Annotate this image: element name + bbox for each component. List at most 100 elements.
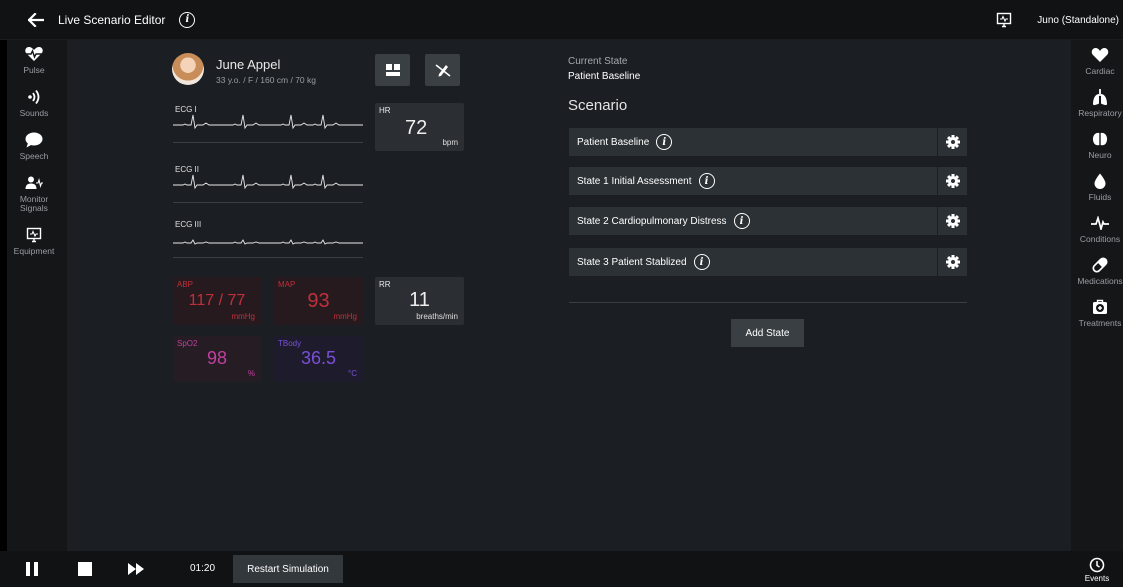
restart-simulation-button[interactable]: Restart Simulation (233, 555, 343, 583)
stop-button[interactable] (73, 551, 97, 587)
state-label: State 2 Cardiopulmonary Distress (577, 215, 727, 227)
info-icon[interactable]: i (733, 213, 750, 229)
pill-icon (1092, 257, 1108, 273)
rr-value: 11 (409, 289, 430, 311)
spo2-unit: % (247, 369, 255, 378)
sidebar-item-medications[interactable]: Medications (1071, 255, 1123, 286)
sidebar-item-sounds[interactable]: Sounds (7, 87, 61, 118)
simulation-timer: 01:20 (190, 563, 216, 574)
rr-label: RR (379, 280, 391, 289)
abp-unit: mmHg (231, 312, 255, 321)
state-settings-button[interactable] (938, 207, 967, 235)
spo2-box: SpO2 98 % (173, 336, 261, 382)
lungs-icon (1093, 89, 1107, 106)
info-icon[interactable]: i (693, 254, 710, 270)
info-icon[interactable]: i (698, 173, 715, 189)
hr-unit: bpm (442, 138, 458, 147)
back-button[interactable] (16, 0, 56, 40)
current-state-value: Patient Baseline (568, 71, 641, 82)
ecg-waveform (173, 174, 363, 190)
sidebar-label: Medications (1077, 276, 1123, 286)
sidebar-item-speech[interactable]: Speech (7, 130, 61, 161)
state-row: State 2 Cardiopulmonary Distress i (569, 207, 967, 235)
state-settings-button[interactable] (938, 128, 967, 156)
drop-icon (1094, 173, 1106, 189)
rr-box: RR 11 breaths/min (375, 277, 464, 325)
divider (569, 302, 967, 303)
sidebar-item-monitor-signals[interactable]: Monitor Signals (7, 173, 61, 213)
monitor-icon (997, 12, 1012, 28)
pause-button[interactable] (20, 551, 44, 587)
ecg-row: ECG III (173, 218, 363, 258)
pause-icon (26, 562, 38, 576)
device-name[interactable]: Juno (Standalone) (1037, 15, 1119, 26)
add-state-button[interactable]: Add State (731, 319, 804, 347)
sidebar-item-equipment[interactable]: Equipment (7, 225, 61, 256)
sidebar-label: Fluids (1088, 192, 1112, 202)
current-state-label: Current State (568, 56, 628, 67)
info-icon[interactable]: i (179, 11, 196, 28)
sidebar-label: Pulse (23, 65, 45, 75)
map-unit: mmHg (333, 312, 357, 321)
heart-icon (1091, 48, 1109, 62)
bottom-bar: 01:20 Restart Simulation Events (0, 551, 1123, 587)
sidebar-item-neuro[interactable]: Neuro (1071, 129, 1123, 160)
state-item[interactable]: State 3 Patient Stablized i (569, 248, 937, 276)
state-label: State 1 Initial Assessment (577, 175, 692, 187)
state-item[interactable]: State 2 Cardiopulmonary Distress i (569, 207, 937, 235)
sidebar-item-fluids[interactable]: Fluids (1071, 171, 1123, 202)
patient-info: 33 y.o. / F / 160 cm / 70 kg (216, 75, 316, 85)
speech-bubble-icon (25, 132, 43, 148)
layout-button[interactable] (375, 54, 410, 86)
ecg-waveform (173, 114, 363, 130)
sound-waves-icon (28, 89, 40, 105)
monitor-button[interactable] (989, 5, 1019, 35)
hr-label: HR (379, 106, 391, 115)
sidebar-item-cardiac[interactable]: Cardiac (1071, 45, 1123, 76)
gear-icon (945, 174, 960, 188)
state-settings-button[interactable] (938, 167, 967, 195)
avatar (172, 53, 204, 85)
map-label: MAP (278, 280, 296, 289)
tbody-value: 36.5 (300, 348, 337, 368)
fast-forward-icon (128, 563, 144, 575)
events-button[interactable]: Events (1071, 553, 1123, 587)
state-item[interactable]: State 1 Initial Assessment i (569, 167, 937, 195)
state-settings-button[interactable] (938, 248, 967, 276)
sidebar-label: Conditions (1079, 234, 1121, 244)
sidebar-item-respiratory[interactable]: Respiratory (1071, 87, 1123, 118)
brain-icon (1092, 132, 1108, 146)
sidebar-label: Monitor Signals (19, 194, 49, 213)
state-item[interactable]: Patient Baseline i (569, 128, 937, 156)
spo2-label: SpO2 (177, 339, 198, 348)
state-row: State 1 Initial Assessment i (569, 167, 967, 195)
sidebar-item-pulse[interactable]: Pulse (7, 44, 61, 75)
gear-icon (945, 255, 960, 269)
tbody-unit: °C (348, 369, 357, 378)
heart-pulse-icon (25, 47, 43, 61)
gear-icon (945, 135, 960, 149)
mute-alarm-button[interactable] (425, 54, 460, 86)
sidebar-label: Cardiac (1085, 66, 1115, 76)
app-title: Live Scenario Editor (58, 12, 166, 27)
gear-icon (945, 214, 960, 228)
layout-icon (385, 64, 400, 76)
sidebar-item-conditions[interactable]: Conditions (1071, 213, 1123, 244)
sidebar-label: Sounds (19, 108, 49, 118)
tbody-label: TBody (278, 339, 302, 348)
state-label: Patient Baseline (577, 136, 650, 148)
hr-box: HR 72 bpm (375, 103, 464, 151)
spo2-value: 98 (206, 348, 228, 368)
main-panel: June Appel 33 y.o. / F / 160 cm / 70 kg … (67, 40, 1071, 551)
state-row: Patient Baseline i (569, 128, 967, 156)
sidebar-label: Speech (19, 151, 49, 161)
person-signal-icon (25, 176, 43, 189)
sidebar-item-treatments[interactable]: Treatments (1071, 297, 1123, 328)
patient-name: June Appel (216, 57, 281, 72)
fast-forward-button[interactable] (124, 551, 148, 587)
ecg-waveform (173, 239, 363, 245)
medkit-icon (1093, 299, 1107, 314)
state-row: State 3 Patient Stablized i (569, 248, 967, 276)
info-icon[interactable]: i (656, 134, 673, 150)
arrow-left-icon (28, 12, 44, 27)
